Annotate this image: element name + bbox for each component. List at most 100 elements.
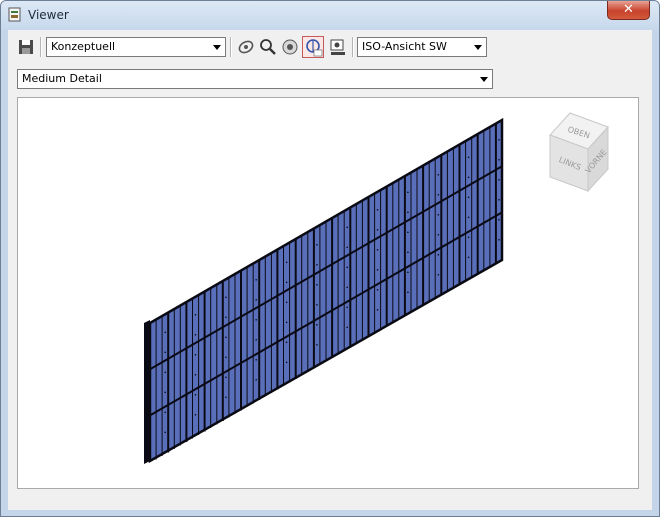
- panel-detail-dot: [225, 316, 227, 319]
- panel-detail-dot: [498, 199, 500, 201]
- panel-detail-dot: [255, 299, 257, 301]
- panel-detail-dot: [164, 411, 166, 414]
- panel-detail-dot: [255, 379, 257, 381]
- panel-detail-dot: [376, 269, 379, 271]
- horizontal-scrollbar[interactable]: [17, 489, 639, 507]
- chevron-down-icon: [213, 45, 221, 50]
- panel-detail-dot: [255, 279, 257, 281]
- panel-detail-dot: [437, 174, 440, 176]
- panel-detail-dot: [225, 336, 227, 339]
- view-orientation-select[interactable]: ISO-Ansicht SW: [357, 37, 487, 57]
- toolbar: Konzeptuell ISO-Ansicht SW: [8, 30, 652, 64]
- chevron-down-icon: [480, 77, 488, 82]
- panel-detail-dot: [376, 309, 379, 311]
- panel-detail-dot: [467, 196, 470, 199]
- panel-detail-dot: [407, 251, 409, 254]
- panel-detail-dot: [285, 301, 288, 304]
- panel-detail-dot: [346, 246, 349, 249]
- panel-detail-dot: [467, 236, 470, 239]
- detail-level-value: Medium Detail: [22, 72, 102, 85]
- panel-detail-dot: [407, 211, 409, 214]
- panel-detail-dot: [467, 176, 470, 179]
- panel-detail-dot: [376, 209, 379, 211]
- panel-detail-dot: [407, 231, 409, 234]
- panel-detail-dot: [376, 229, 379, 231]
- panel-detail-dot: [164, 391, 166, 394]
- panel-detail-dot: [225, 296, 227, 299]
- chevron-down-icon: [474, 45, 482, 50]
- panel-detail-dot: [316, 244, 318, 246]
- panel-detail-dot: [498, 159, 500, 161]
- panel-detail-dot: [316, 304, 318, 306]
- panel-detail-dot: [225, 376, 227, 379]
- view-orientation-value: ISO-Ansicht SW: [362, 40, 447, 53]
- panel-detail-dot: [437, 234, 440, 236]
- panel-detail-dot: [285, 281, 288, 284]
- panel-detail-dot: [194, 394, 197, 396]
- panel-detail-dot: [346, 326, 349, 329]
- close-button[interactable]: ✕: [607, 1, 650, 20]
- window-title: Viewer: [28, 8, 69, 22]
- panel-detail-dot: [346, 306, 349, 309]
- panel-detail-dot: [194, 374, 197, 376]
- toolbar-separator: [352, 37, 354, 57]
- client-area: Konzeptuell ISO-Ansicht SW Medium Detail…: [8, 30, 652, 510]
- panel-detail-dot: [498, 179, 500, 181]
- viewer-window: Viewer ✕ Konzeptuell ISO-Ansicht SW Medi…: [0, 0, 660, 517]
- view-settings-icon[interactable]: [328, 37, 348, 57]
- panel-detail-dot: [194, 354, 197, 356]
- panel-detail-dot: [346, 266, 349, 269]
- panel-detail-dot: [285, 321, 288, 324]
- panel-detail-dot: [164, 431, 166, 434]
- panel-detail-dot: [407, 291, 409, 294]
- panel-detail-dot: [467, 256, 470, 259]
- panel-detail-dot: [498, 219, 500, 221]
- orbit-icon[interactable]: [236, 37, 256, 57]
- panel-detail-dot: [164, 371, 166, 374]
- viewcube[interactable]: OBEN LINKS VORNE: [549, 112, 609, 193]
- panel-detail-dot: [285, 261, 288, 264]
- panel-detail-dot: [316, 324, 318, 326]
- 3d-scene[interactable]: OBEN LINKS VORNE: [18, 98, 638, 488]
- panel-detail-dot: [225, 396, 227, 399]
- detail-level-select[interactable]: Medium Detail: [17, 69, 493, 89]
- panel-detail-dot: [194, 414, 197, 416]
- panel-detail-dot: [346, 226, 349, 229]
- panel-detail-dot: [437, 274, 440, 276]
- toolbar-separator: [40, 37, 42, 57]
- steering-wheel-icon[interactable]: [302, 36, 324, 58]
- panel-detail-dot: [467, 156, 470, 159]
- save-icon[interactable]: [16, 37, 36, 57]
- panel-detail-dot: [467, 216, 470, 219]
- panel-detail-dot: [407, 191, 409, 194]
- zoom-icon[interactable]: [258, 37, 278, 57]
- panel-detail-dot: [285, 361, 288, 364]
- panel-detail-dot: [285, 341, 288, 344]
- panel-detail-dot: [437, 194, 440, 196]
- panel-detail-dot: [164, 351, 166, 354]
- title-bar[interactable]: Viewer ✕: [1, 1, 659, 30]
- panel-detail-dot: [437, 254, 440, 256]
- panel-detail-dot: [316, 344, 318, 346]
- panel-detail-dot: [255, 319, 257, 321]
- panel-detail-dot: [255, 359, 257, 361]
- panel-detail-dot: [346, 286, 349, 289]
- visual-style-value: Konzeptuell: [51, 40, 116, 53]
- panel-detail-dot: [194, 314, 197, 316]
- toolbar-separator: [230, 37, 232, 57]
- panel-detail-dot: [316, 284, 318, 286]
- visual-style-select[interactable]: Konzeptuell: [46, 37, 226, 57]
- panel-detail-dot: [194, 334, 197, 336]
- panel-detail-dot: [225, 356, 227, 359]
- panel-detail-dot: [498, 239, 500, 241]
- panel-detail-dot: [407, 271, 409, 274]
- panel-detail-dot: [376, 289, 379, 291]
- panel-detail-dot: [316, 264, 318, 266]
- 3d-viewport[interactable]: OBEN LINKS VORNE · · · · · · · · · · · ·…: [17, 97, 639, 489]
- curtain-wall-model: [144, 117, 504, 464]
- detail-level-row: Medium Detail: [8, 66, 652, 90]
- panel-detail-dot: [437, 214, 440, 216]
- panel-detail-dot: [376, 249, 379, 251]
- zoom-fit-icon[interactable]: [280, 37, 300, 57]
- panel-detail-dot: [164, 331, 166, 334]
